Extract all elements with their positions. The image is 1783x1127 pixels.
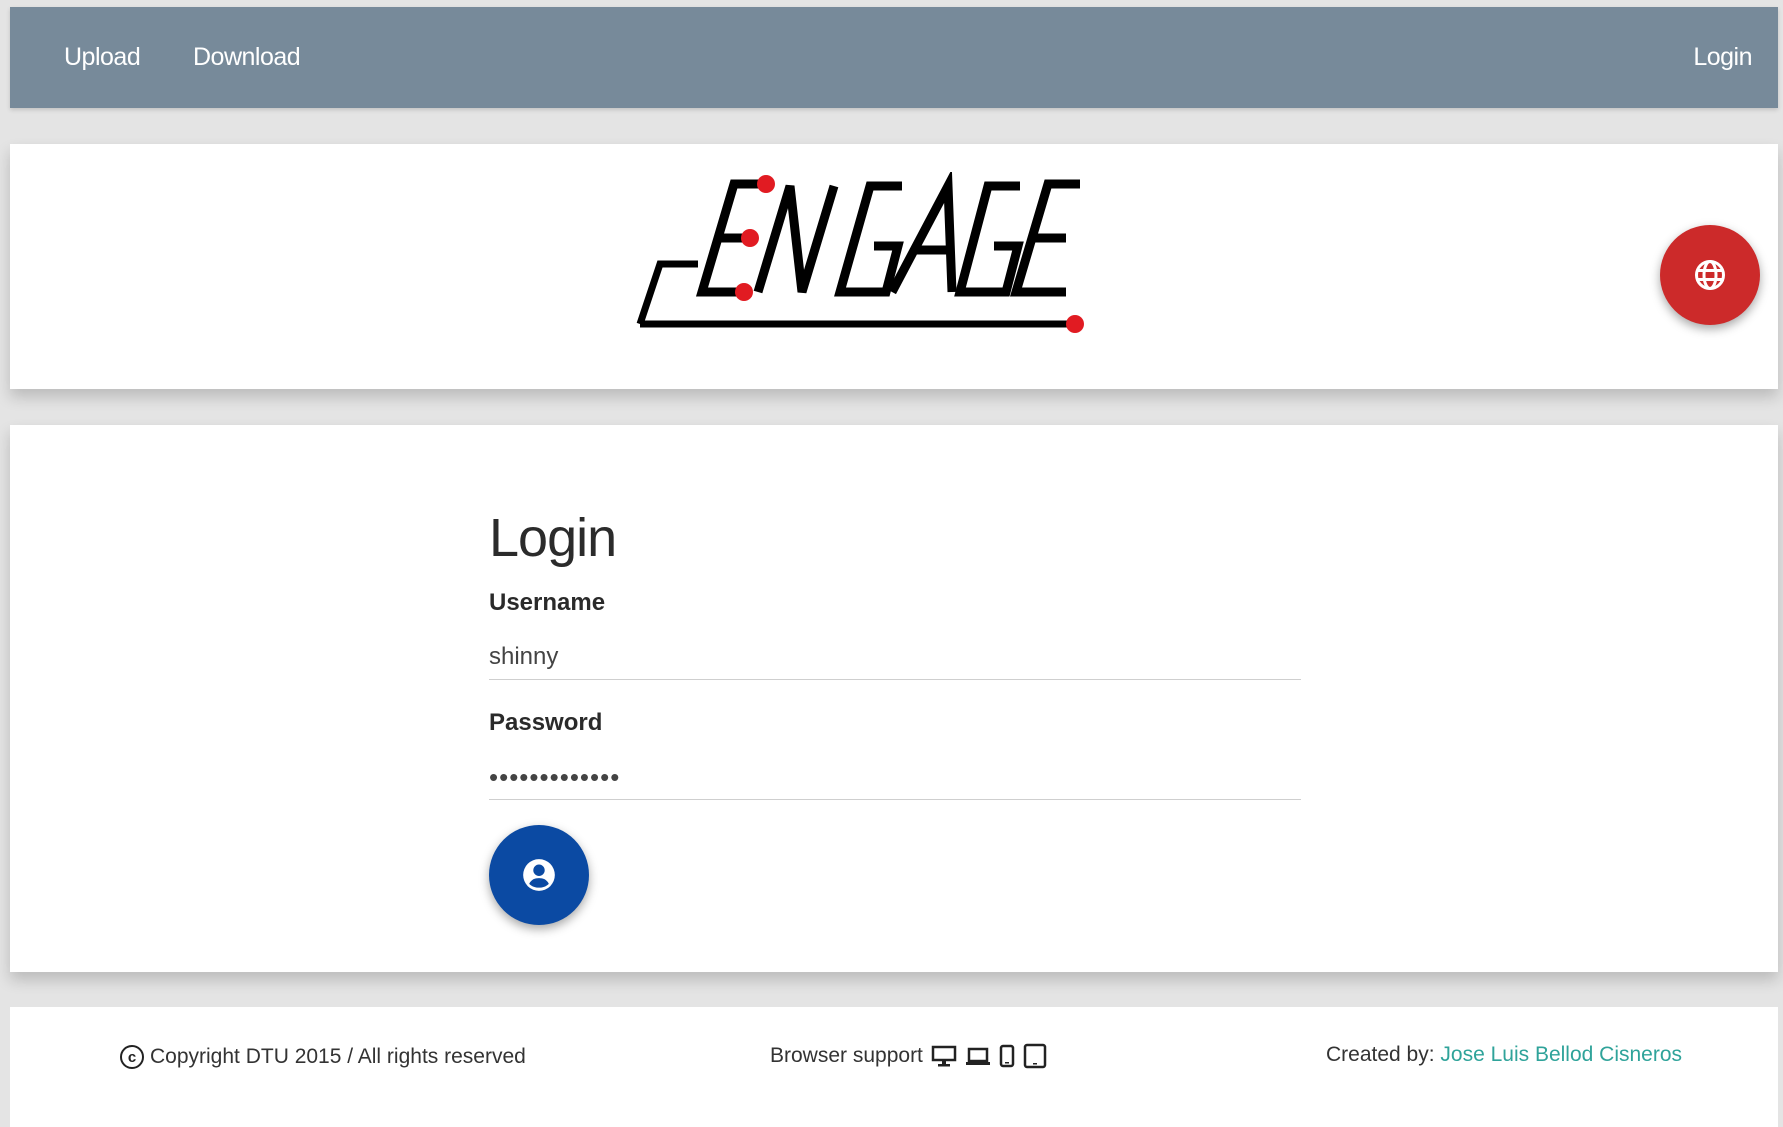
footer-browser-support: Browser support [770, 1043, 1047, 1069]
login-card: Login Username Password ••••••••••••• [10, 425, 1778, 972]
password-label: Password [489, 709, 603, 736]
username-input[interactable] [489, 635, 1301, 680]
username-label: Username [489, 589, 606, 616]
header-card [10, 144, 1778, 389]
engage-logo [636, 172, 1084, 333]
nav-download-link[interactable]: Download [193, 7, 301, 108]
created-by-label: Created by: [1326, 1043, 1435, 1066]
author-link[interactable]: Jose Luis Bellod Cisneros [1440, 1043, 1682, 1066]
footer-copyright: c Copyright DTU 2015 / All rights reserv… [120, 1045, 526, 1069]
nav-login-link[interactable]: Login [1693, 7, 1752, 108]
nav-upload-link[interactable]: Upload [64, 7, 141, 108]
laptop-icon [965, 1047, 990, 1065]
login-title: Login [489, 508, 617, 568]
copyright-icon: c [120, 1045, 144, 1069]
footer-credits: Created by: Jose Luis Bellod Cisneros [1326, 1043, 1682, 1067]
footer: c Copyright DTU 2015 / All rights reserv… [10, 1007, 1778, 1127]
account-circle-icon [523, 859, 555, 891]
copyright-text: Copyright DTU 2015 / All rights reserved [150, 1045, 526, 1068]
desktop-icon [931, 1045, 957, 1067]
tablet-icon [1023, 1043, 1047, 1069]
language-button[interactable] [1660, 225, 1760, 325]
browser-support-text: Browser support [770, 1044, 923, 1067]
login-submit-button[interactable] [489, 825, 589, 925]
password-input[interactable]: ••••••••••••• [489, 755, 1301, 800]
phone-icon [999, 1044, 1015, 1068]
top-navbar: Upload Download Login [10, 7, 1778, 108]
globe-icon [1695, 260, 1725, 290]
